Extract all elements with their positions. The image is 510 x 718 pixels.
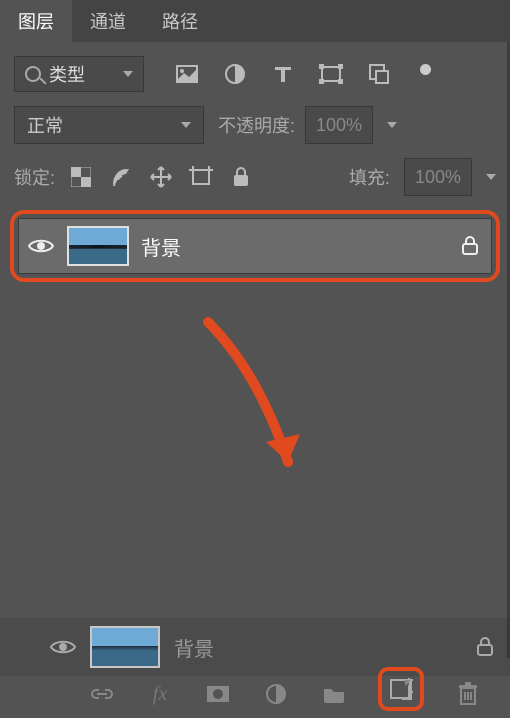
adjustment-layer-icon[interactable] (262, 680, 290, 708)
new-layer-icon[interactable] (378, 667, 424, 711)
filter-toggle-dot[interactable] (420, 64, 431, 75)
lock-label: 锁定: (14, 164, 55, 190)
fill-value: 100% (415, 167, 461, 188)
opacity-label: 不透明度: (218, 112, 295, 138)
lock-position-icon[interactable] (149, 165, 173, 189)
lock-transparent-icon[interactable] (69, 165, 93, 189)
filter-shape-icon[interactable] (318, 61, 344, 87)
filter-smart-icon[interactable] (366, 61, 392, 87)
annotation-arrow (188, 312, 328, 492)
annotation-highlight-layer: 背景 (10, 210, 500, 282)
lock-indicator-icon[interactable] (461, 236, 479, 256)
layer-row-background[interactable]: 背景 (18, 218, 492, 274)
layer-thumbnail[interactable] (67, 226, 129, 266)
blend-mode-label: 正常 (27, 112, 63, 138)
search-icon (25, 66, 41, 82)
panel-tabs: 图层 通道 路径 (0, 0, 510, 42)
link-layers-icon[interactable] (88, 680, 116, 708)
visibility-toggle-icon[interactable] (27, 232, 55, 260)
tab-layers[interactable]: 图层 (0, 0, 72, 42)
blend-row: 正常 不透明度: 100% (0, 98, 510, 152)
opacity-field[interactable]: 100% (305, 106, 373, 144)
tab-channels[interactable]: 通道 (72, 0, 144, 42)
layer-name[interactable]: 背景 (141, 232, 449, 261)
layer-toolbar: fx (88, 678, 494, 710)
fill-label: 填充: (349, 164, 390, 190)
opacity-value: 100% (316, 115, 362, 136)
group-icon[interactable] (320, 680, 348, 708)
chevron-down-icon (123, 71, 133, 77)
layer-name: 背景 (174, 633, 318, 662)
layer-thumbnail (90, 626, 160, 668)
drag-ghost-row: 背景 (0, 618, 510, 676)
lock-artboard-icon[interactable] (189, 165, 213, 189)
chevron-down-icon[interactable] (486, 174, 496, 180)
lock-all-icon[interactable] (229, 165, 253, 189)
delete-layer-icon[interactable] (454, 680, 482, 708)
blend-mode-select[interactable]: 正常 (14, 106, 204, 144)
layer-mask-icon[interactable] (204, 680, 232, 708)
chevron-down-icon[interactable] (387, 122, 397, 128)
filter-type-label: 类型 (49, 61, 85, 87)
tab-paths[interactable]: 路径 (144, 0, 216, 42)
chevron-down-icon (181, 122, 191, 128)
filter-type-select[interactable]: 类型 (14, 56, 144, 92)
fill-field[interactable]: 100% (404, 158, 472, 196)
visibility-toggle-icon[interactable] (50, 638, 76, 656)
lock-row: 锁定: 填充: 100% (0, 152, 510, 206)
lock-indicator-icon (476, 637, 494, 657)
filter-adjust-icon[interactable] (222, 61, 248, 87)
filter-pixel-icon[interactable] (174, 61, 200, 87)
filter-bar: 类型 (0, 42, 510, 98)
lock-image-icon[interactable] (109, 165, 133, 189)
layer-style-icon[interactable]: fx (146, 680, 174, 708)
filter-text-icon[interactable] (270, 61, 296, 87)
